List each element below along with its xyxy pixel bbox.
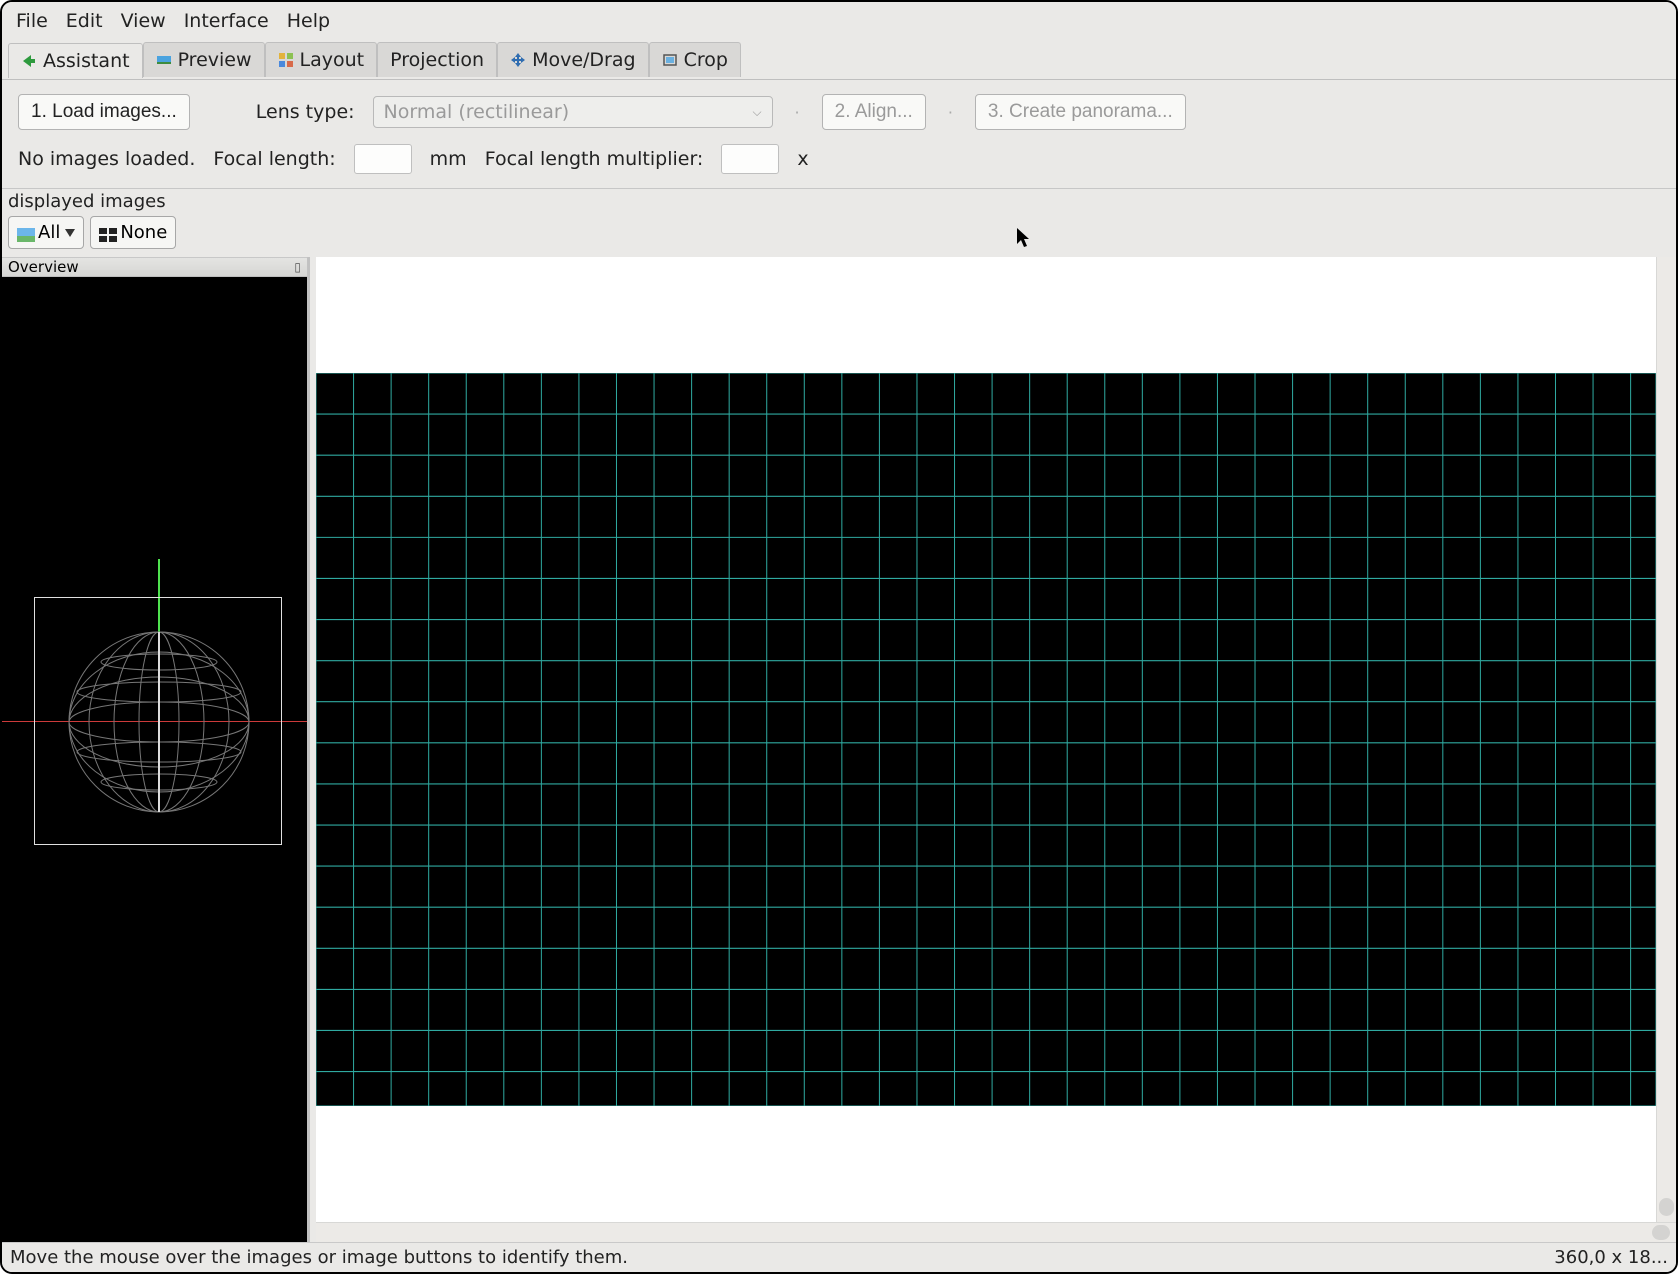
menu-help[interactable]: Help bbox=[287, 10, 330, 32]
overview-sphere-icon bbox=[35, 598, 283, 846]
overview-frame bbox=[34, 597, 282, 845]
focal-mult-input[interactable] bbox=[721, 144, 779, 174]
all-icon bbox=[17, 226, 35, 240]
dropdown-triangle-icon bbox=[65, 229, 75, 237]
overview-canvas[interactable] bbox=[2, 277, 307, 1242]
tab-layout[interactable]: Layout bbox=[265, 42, 378, 77]
tab-assistant[interactable]: Assistant bbox=[8, 43, 143, 78]
menu-file[interactable]: File bbox=[16, 10, 48, 32]
display-all-button[interactable]: All bbox=[8, 216, 84, 249]
separator-dot: · bbox=[944, 103, 957, 122]
horizontal-scroll-thumb[interactable] bbox=[1652, 1225, 1670, 1240]
load-images-button[interactable]: 1. Load images... bbox=[18, 94, 190, 130]
focal-length-input[interactable] bbox=[354, 144, 412, 174]
create-panorama-button[interactable]: 3. Create panorama... bbox=[975, 94, 1186, 130]
none-icon bbox=[99, 226, 117, 240]
separator-dot: · bbox=[791, 103, 804, 122]
movedrag-icon bbox=[510, 52, 526, 68]
assistant-panel: 1. Load images... Lens type: Normal (rec… bbox=[2, 80, 1676, 189]
crop-icon bbox=[662, 52, 678, 68]
x-unit-label: x bbox=[797, 148, 808, 170]
status-hint: Move the mouse over the images or image … bbox=[10, 1247, 628, 1268]
display-none-button[interactable]: None bbox=[90, 216, 176, 249]
tab-projection[interactable]: Projection bbox=[377, 42, 497, 77]
no-images-label: No images loaded. bbox=[18, 148, 195, 170]
layout-icon bbox=[278, 52, 294, 68]
preview-icon bbox=[156, 52, 172, 68]
assistant-icon bbox=[21, 53, 37, 69]
displayed-images-title: displayed images bbox=[8, 191, 1676, 216]
chevron-down-icon: ⌵ bbox=[752, 105, 761, 120]
displayed-images-bar: displayed images All None bbox=[2, 189, 1676, 257]
work-area: Overview ▯ bbox=[2, 257, 1676, 1242]
overview-panel: Overview ▯ bbox=[2, 257, 308, 1242]
horizontal-scrollbar[interactable] bbox=[316, 1222, 1676, 1242]
tab-movedrag[interactable]: Move/Drag bbox=[497, 42, 649, 77]
preview-margin-top bbox=[316, 257, 1656, 373]
status-coordinates: 360,0 x 18... bbox=[1554, 1247, 1668, 1268]
overview-header: Overview ▯ bbox=[2, 257, 307, 277]
pin-icon[interactable]: ▯ bbox=[294, 260, 301, 274]
menu-interface[interactable]: Interface bbox=[184, 10, 269, 32]
menu-bar: File Edit View Interface Help bbox=[2, 2, 1676, 40]
status-bar: Move the mouse over the images or image … bbox=[2, 1242, 1676, 1272]
focal-length-label: Focal length: bbox=[213, 148, 335, 170]
overview-title: Overview bbox=[8, 258, 79, 276]
tab-bar: Assistant Preview Layout Projection Move… bbox=[2, 40, 1676, 80]
preview-area bbox=[308, 257, 1676, 1242]
tab-preview[interactable]: Preview bbox=[143, 42, 265, 77]
menu-edit[interactable]: Edit bbox=[66, 10, 103, 32]
preview-canvas[interactable] bbox=[316, 257, 1656, 1222]
lens-type-select[interactable]: Normal (rectilinear) ⌵ bbox=[373, 96, 773, 128]
menu-view[interactable]: View bbox=[121, 10, 166, 32]
mm-unit-label: mm bbox=[430, 148, 467, 170]
preview-grid bbox=[316, 373, 1656, 1106]
tab-crop[interactable]: Crop bbox=[649, 42, 741, 77]
align-button[interactable]: 2. Align... bbox=[822, 94, 926, 130]
preview-margin-bottom bbox=[316, 1106, 1656, 1222]
lens-type-label: Lens type: bbox=[256, 101, 355, 123]
focal-mult-label: Focal length multiplier: bbox=[485, 148, 704, 170]
vertical-scrollbar[interactable] bbox=[1656, 257, 1676, 1222]
vertical-scroll-thumb[interactable] bbox=[1659, 1198, 1674, 1216]
